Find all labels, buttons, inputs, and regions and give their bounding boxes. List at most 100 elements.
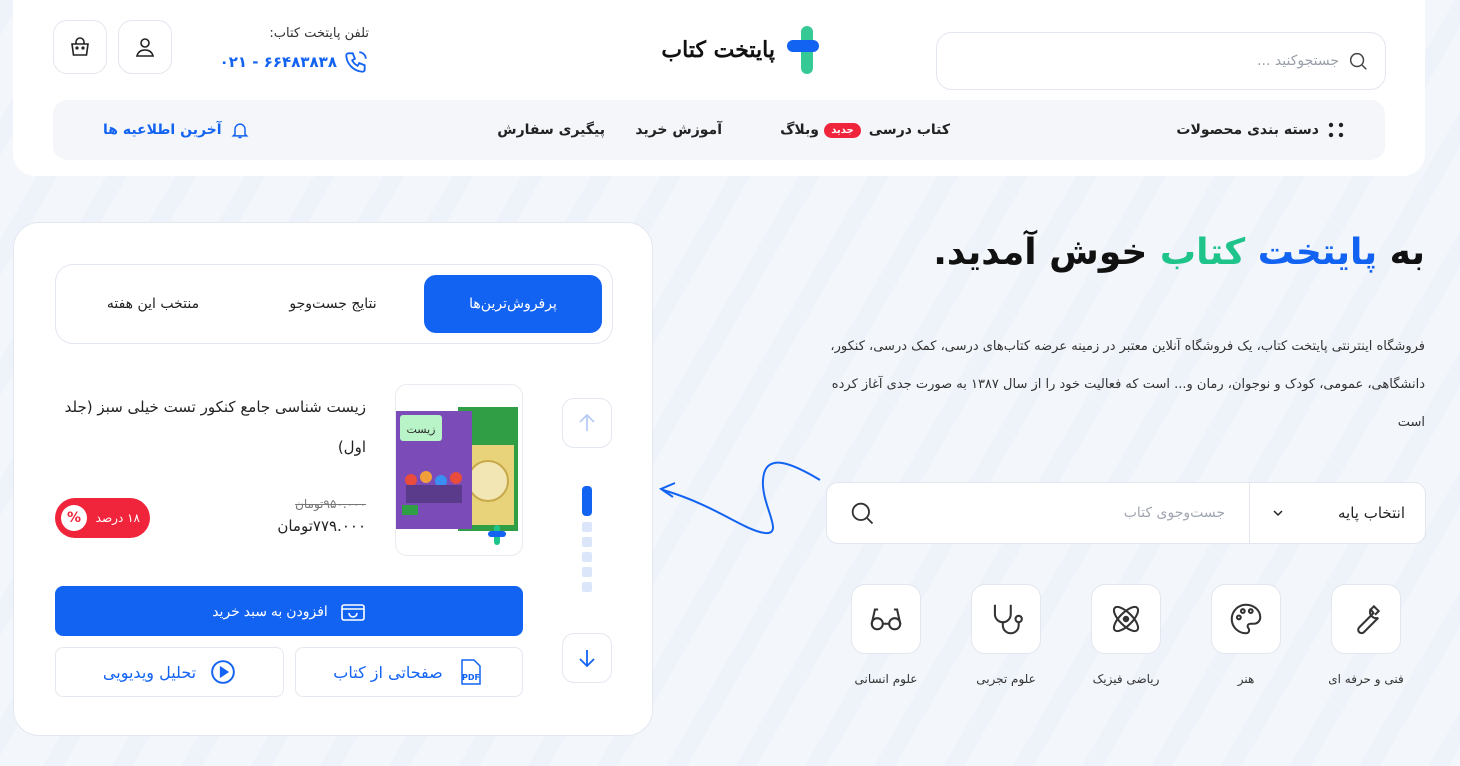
tab-search-results[interactable]: نتایج جست‌وجو (244, 275, 422, 333)
video-analysis-label: تحلیل ویدیویی (102, 662, 197, 682)
category-experimental-sciences[interactable]: علوم تجربی (961, 584, 1051, 686)
category-label: فنی و حرفه ای (1328, 672, 1404, 686)
discount-badge: ۱۸ درصد % (55, 498, 150, 538)
cart-button[interactable] (53, 20, 107, 74)
category-label: علوم انسانی (854, 672, 918, 686)
main-nav: دسته بندی محصولات کتاب درسی جدید وبلاگ آ… (53, 100, 1385, 160)
product-image[interactable]: زیست (395, 384, 523, 556)
basket-icon (340, 604, 365, 621)
search-icon (851, 502, 874, 525)
nav-item-label: آموزش خرید (635, 122, 722, 138)
category-icon-box (851, 584, 921, 654)
slider-dot-active[interactable] (582, 486, 592, 516)
phone-number: ۰۲۱ - ۶۶۴۸۳۸۳۸ (219, 53, 337, 71)
book-search-bar: انتخاب پایه (826, 482, 1426, 544)
site-logo[interactable]: پایتخت کتاب (623, 22, 823, 78)
slider-dot[interactable] (582, 567, 592, 577)
grade-select[interactable]: انتخاب پایه (1249, 483, 1425, 543)
announcements-label: آخرین اطلاعیه ها (103, 122, 222, 138)
logo-text: پایتخت کتاب (661, 37, 775, 63)
slider-up-button[interactable] (562, 398, 612, 448)
category-icon-box (1211, 584, 1281, 654)
grid-dots-icon (1328, 122, 1344, 138)
hero-title-suffix: خوش آمدید. (933, 232, 1148, 273)
hero-title-brand-2: کتاب (1159, 232, 1246, 273)
product-showcase-card: پرفروش‌ترین‌ها نتایج جست‌وجو منتخب این ه… (13, 222, 653, 736)
arrow-up-icon (579, 413, 595, 431)
pdf-icon-label: PDF (462, 673, 480, 682)
slider-down-button[interactable] (562, 633, 612, 683)
arrow-down-icon (579, 650, 595, 668)
bell-icon (231, 123, 249, 139)
nav-item-label: کتاب درسی (868, 122, 950, 138)
nav-item-label: پیگیری سفارش (497, 122, 605, 138)
search-icon (1349, 52, 1367, 70)
add-to-cart-label: افزودن به سبد خرید (212, 602, 328, 619)
shopping-bag-icon (71, 37, 89, 56)
percent-icon: % (61, 505, 87, 531)
glasses-icon (870, 608, 902, 631)
phone-contact[interactable]: تلفن پایتخت کتاب: ۰۲۱ - ۶۶۴۸۳۸۳۸ (209, 26, 369, 75)
sample-pages-label: صفحاتی از کتاب (333, 662, 443, 682)
video-analysis-button[interactable]: تحلیل ویدیویی (55, 647, 284, 697)
category-icon-box (1091, 584, 1161, 654)
phone-icon (345, 51, 367, 73)
category-technical[interactable]: فنی و حرفه ای (1321, 584, 1411, 686)
stethoscope-icon (993, 604, 1023, 635)
tab-weekly-picks[interactable]: منتخب این هفته (64, 275, 242, 333)
nav-item-label: وبلاگ (780, 122, 819, 138)
category-label: علوم تجربی (976, 672, 1036, 686)
nav-item-blog[interactable]: وبلاگ (780, 100, 819, 160)
slider-dot[interactable] (582, 537, 592, 547)
palette-icon (1230, 603, 1262, 635)
site-header: پایتخت کتاب تلفن پایتخت کتاب: ۰۲۱ - ۶۶۴۸… (13, 0, 1425, 176)
nav-item-textbooks[interactable]: کتاب درسی جدید (824, 100, 950, 160)
product-tabs: پرفروش‌ترین‌ها نتایج جست‌وجو منتخب این ه… (55, 264, 613, 344)
grade-select-label: انتخاب پایه (1338, 504, 1405, 522)
book-search-input[interactable] (897, 505, 1249, 521)
slider-dot[interactable] (582, 582, 592, 592)
slider-dot[interactable] (582, 552, 592, 562)
chevron-down-icon (1273, 510, 1283, 517)
hero-title: به پایتخت کتاب خوش آمدید. (860, 232, 1425, 273)
pdf-icon: PDF (460, 659, 481, 685)
category-label: ریاضی فیزیک (1092, 672, 1160, 686)
wrench-icon (1357, 604, 1381, 635)
decorative-arrow-icon (658, 461, 821, 535)
category-shortcuts: فنی و حرفه ای هنر ریاضی فیزیک علوم تجربی… (840, 584, 1420, 694)
play-circle-icon (211, 660, 235, 684)
hero-title-prefix: به (1389, 232, 1425, 273)
book-cover-image: زیست (396, 407, 518, 545)
book-cover-title: زیست (407, 423, 436, 436)
add-to-cart-button[interactable]: افزودن به سبد خرید (55, 586, 523, 636)
nav-categories[interactable]: دسته بندی محصولات (1176, 100, 1345, 160)
nav-announcements[interactable]: آخرین اطلاعیه ها (103, 100, 250, 160)
tab-best-sellers[interactable]: پرفروش‌ترین‌ها (424, 275, 602, 333)
nav-item-order-tracking[interactable]: پیگیری سفارش (497, 100, 605, 160)
hero-description: فروشگاه اینترنتی پایتخت کتاب، یک فروشگاه… (830, 339, 1425, 430)
hero-title-brand-1: پایتخت (1257, 232, 1378, 273)
tab-label: پرفروش‌ترین‌ها (469, 296, 557, 312)
product-title[interactable]: زیست شناسی جامع کنکور تست خیلی سبز (جلد … (54, 387, 366, 467)
category-humanities[interactable]: علوم انسانی (841, 584, 931, 686)
nav-categories-label: دسته بندی محصولات (1176, 122, 1319, 138)
slider-dot[interactable] (582, 522, 592, 532)
site-search-input[interactable] (937, 53, 1347, 69)
user-icon (135, 38, 155, 57)
nav-item-buying-guide[interactable]: آموزش خرید (635, 100, 722, 160)
category-art[interactable]: هنر (1201, 584, 1291, 686)
account-button[interactable] (118, 20, 172, 74)
tab-label: منتخب این هفته (106, 296, 200, 312)
logo-mark-icon (787, 26, 819, 74)
product-old-price: ۹۵۰.۰۰۰تومان (295, 497, 366, 511)
new-badge: جدید (824, 122, 861, 138)
site-search[interactable] (936, 32, 1386, 90)
discount-label: ۱۸ درصد (95, 511, 140, 525)
category-math-physics[interactable]: ریاضی فیزیک (1081, 584, 1171, 686)
book-search-button[interactable] (827, 499, 897, 527)
book-sample-pages-button[interactable]: PDF صفحاتی از کتاب (295, 647, 523, 697)
category-icon-box (1331, 584, 1401, 654)
category-label: هنر (1237, 672, 1255, 686)
tab-label: نتایج جست‌وجو (289, 296, 377, 312)
atom-icon (1112, 605, 1140, 633)
